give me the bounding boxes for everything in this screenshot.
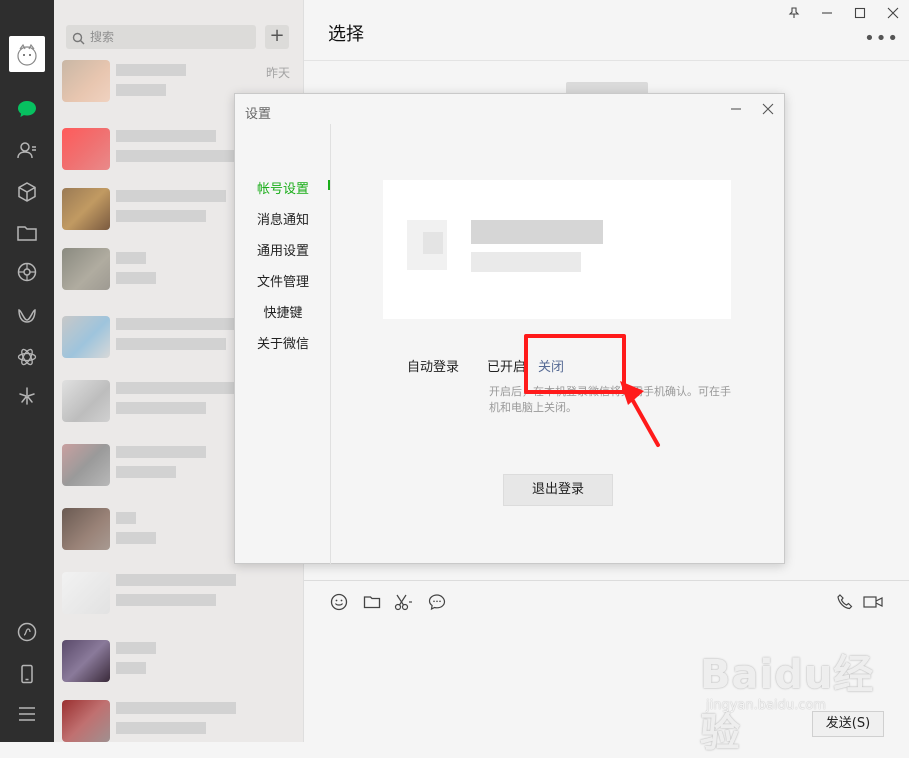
nav-about[interactable]: 关于微信 [235, 333, 331, 352]
chat-avatar [62, 700, 110, 742]
auto-login-state: 已开启 [487, 360, 527, 375]
search-placeholder: 搜索 [90, 30, 115, 44]
account-id-blurred [471, 252, 581, 272]
watermark-url: jingyan.baidu.com [706, 698, 826, 713]
chat-avatar [62, 188, 110, 230]
settings-dialog: 设置 帐号设置 消息通知 通用设置 文件管理 快捷键 关于微信 自动登录 已开启… [234, 93, 785, 564]
more-options-icon[interactable]: ••• [864, 28, 899, 49]
dialog-minimize-icon[interactable] [723, 98, 749, 120]
account-info-card [383, 180, 731, 319]
chat-avatar [62, 316, 110, 358]
chat-history-icon[interactable] [426, 592, 448, 612]
mini-program-panel-icon[interactable] [13, 618, 41, 646]
account-name-blurred [471, 220, 603, 244]
folder-send-icon[interactable] [361, 592, 383, 612]
chat-avatar [62, 248, 110, 290]
dialog-close-icon[interactable] [755, 98, 781, 120]
nav-general-settings[interactable]: 通用设置 [235, 240, 331, 259]
voice-call-icon[interactable] [834, 592, 856, 612]
chat-avatar [62, 60, 110, 102]
search-app-icon[interactable] [13, 343, 41, 371]
chat-avatar [62, 444, 110, 486]
chat-avatar [62, 572, 110, 614]
logout-button[interactable]: 退出登录 [503, 474, 613, 506]
conversation-title: 选择 [328, 24, 364, 45]
chat-avatar [62, 380, 110, 422]
chat-list-item[interactable] [54, 690, 304, 752]
annotation-arrow-icon [620, 381, 660, 447]
add-chat-button[interactable]: + [265, 25, 289, 49]
favorites-cube-icon[interactable] [13, 178, 41, 206]
auto-login-label: 自动登录 [407, 360, 460, 375]
contacts-icon[interactable] [13, 136, 41, 164]
chat-avatar [62, 128, 110, 170]
minimize-icon[interactable] [810, 0, 843, 26]
left-nav-rail [0, 0, 54, 742]
window-controls [777, 0, 909, 26]
nav-account-settings[interactable]: 帐号设置 [235, 178, 331, 197]
baidu-jingyan-watermark: Baidu经验 jingyan.baidu.com [700, 642, 900, 756]
chat-time: 昨天 [265, 66, 290, 80]
active-nav-indicator [328, 180, 330, 190]
chat-avatar [62, 508, 110, 550]
phone-icon[interactable] [13, 660, 41, 688]
emoji-icon[interactable] [328, 592, 350, 612]
channels-icon[interactable] [13, 302, 41, 330]
nav-notifications[interactable]: 消息通知 [235, 209, 331, 228]
nav-file-management[interactable]: 文件管理 [235, 271, 331, 290]
chat-list-item[interactable] [54, 630, 304, 692]
settings-nav: 帐号设置 消息通知 通用设置 文件管理 快捷键 关于微信 [235, 124, 331, 564]
menu-icon[interactable] [13, 700, 41, 728]
search-icon [72, 30, 85, 49]
maximize-icon[interactable] [843, 0, 876, 26]
video-call-icon[interactable] [862, 592, 884, 612]
folder-icon[interactable] [13, 219, 41, 247]
dialog-title: 设置 [245, 107, 272, 122]
chat-list-item[interactable] [54, 562, 304, 624]
chat-avatar [62, 640, 110, 682]
close-icon[interactable] [876, 0, 909, 26]
screenshot-scissors-icon[interactable] [393, 592, 415, 612]
mini-program-icon[interactable] [13, 382, 41, 410]
chat-icon[interactable] [13, 95, 41, 123]
pin-icon[interactable] [777, 0, 810, 26]
user-avatar[interactable] [9, 36, 45, 72]
nav-shortcuts[interactable]: 快捷键 [235, 302, 331, 321]
search-input[interactable]: 搜索 [66, 25, 256, 49]
moments-icon[interactable] [13, 258, 41, 286]
